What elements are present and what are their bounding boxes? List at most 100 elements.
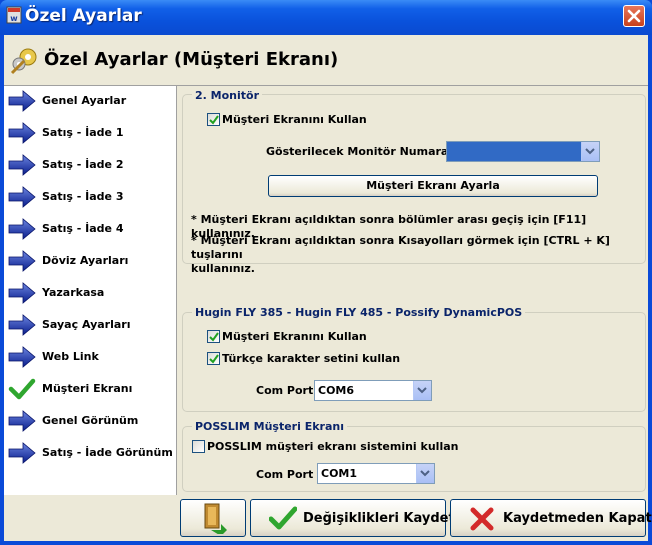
hugin-com-port-select[interactable]: COM6 xyxy=(314,380,432,401)
page-header: Özel Ayarlar (Müşteri Ekranı) xyxy=(4,35,648,86)
arrow-icon xyxy=(8,410,36,432)
arrow-icon xyxy=(8,282,36,304)
dialog-client: Özel Ayarlar (Müşteri Ekranı) Genel Ayar… xyxy=(4,35,652,541)
close-button[interactable] xyxy=(623,5,645,27)
turkish-charset-checkbox[interactable] xyxy=(207,352,220,365)
checkmark-icon xyxy=(8,378,36,400)
sidebar-item-label: Yazarkasa xyxy=(42,286,105,299)
sidebar-item[interactable]: Müşteri Ekranı xyxy=(4,374,176,406)
monitor-note-2-line-1: * Müşteri Ekranı açıldıktan sonra Kısayo… xyxy=(191,234,610,261)
sidebar-item-label: Web Link xyxy=(42,350,99,363)
dropdown-button[interactable] xyxy=(581,142,599,161)
hugin-use-checkbox[interactable] xyxy=(207,330,220,343)
posslim-com-port-select[interactable]: COM1 xyxy=(317,463,435,484)
arrow-icon xyxy=(8,90,36,112)
sidebar-item[interactable]: Satış - İade Görünüm xyxy=(4,438,176,470)
sidebar-item[interactable]: Döviz Ayarları xyxy=(4,246,176,278)
monitor-note-2: * Müşteri Ekranı açıldıktan sonra Kısayo… xyxy=(191,234,648,276)
arrow-icon xyxy=(8,154,36,176)
dropdown-button[interactable] xyxy=(416,464,434,483)
save-button[interactable]: Değişiklikleri Kaydet xyxy=(250,499,455,537)
sidebar-item[interactable]: Satış - İade 3 xyxy=(4,182,176,214)
check-icon xyxy=(209,354,219,364)
sidebar-item-label: Satış - İade 2 xyxy=(42,158,124,171)
arrow-icon xyxy=(8,282,36,304)
monitor-group-title: 2. Monitör xyxy=(192,89,263,102)
sidebar-item-label: Satış - İade 1 xyxy=(42,126,124,139)
save-button-label: Değişiklikleri Kaydet xyxy=(303,511,455,526)
sidebar-item[interactable]: Satış - İade 4 xyxy=(4,214,176,246)
check-icon xyxy=(209,115,219,125)
sidebar-item[interactable]: Yazarkasa xyxy=(4,278,176,310)
chevron-down-icon xyxy=(417,387,427,394)
checkmark-icon xyxy=(269,506,297,530)
arrow-icon xyxy=(8,442,36,464)
arrow-icon xyxy=(8,122,36,144)
monitor-use-label: Müşteri Ekranını Kullan xyxy=(222,113,367,126)
chevron-down-icon xyxy=(585,148,595,155)
sidebar-item[interactable]: Web Link xyxy=(4,342,176,374)
hugin-com-port-value: COM6 xyxy=(318,384,355,397)
close-icon xyxy=(627,9,641,23)
hugin-group-title: Hugin FLY 385 - Hugin FLY 485 - Possify … xyxy=(192,306,526,319)
arrow-icon xyxy=(8,186,36,208)
settings-gears-icon xyxy=(10,48,37,75)
sidebar-item[interactable]: Genel Ayarlar xyxy=(4,86,176,118)
arrow-icon xyxy=(8,154,36,176)
exit-button[interactable] xyxy=(180,499,246,537)
dropdown-button[interactable] xyxy=(413,381,431,400)
posslim-use-checkbox[interactable] xyxy=(192,440,205,453)
chevron-down-icon xyxy=(420,470,430,477)
adjust-screen-button-label: Müşteri Ekranı Ayarla xyxy=(366,179,500,192)
monitor-number-select[interactable] xyxy=(446,141,600,162)
arrow-icon xyxy=(8,90,36,112)
dialog-window: w Özel Ayarlar Özel Ayarlar (Müşteri Ekr… xyxy=(0,0,652,545)
arrow-icon xyxy=(8,250,36,272)
sidebar-item[interactable]: Satış - İade 2 xyxy=(4,150,176,182)
sidebar-item-label: Satış - İade 4 xyxy=(42,222,124,235)
svg-text:w: w xyxy=(10,14,18,23)
arrow-icon xyxy=(8,314,36,336)
sidebar-item[interactable]: Genel Görünüm xyxy=(4,406,176,438)
sidebar-item[interactable]: Satış - İade 1 xyxy=(4,118,176,150)
close-without-save-button-label: Kaydetmeden Kapat xyxy=(503,511,652,526)
page-title: Özel Ayarlar (Müşteri Ekranı) xyxy=(44,49,339,70)
arrow-icon xyxy=(8,218,36,240)
cancel-x-icon xyxy=(470,507,494,531)
sidebar-item[interactable]: Sayaç Ayarları xyxy=(4,310,176,342)
sidebar: Genel Ayarlar Satış - İade 1 Satış - İade … xyxy=(4,86,177,541)
hugin-use-label: Müşteri Ekranını Kullan xyxy=(222,330,367,343)
turkish-charset-label: Türkçe karakter setini kullan xyxy=(222,352,401,365)
monitor-number-label: Gösterilecek Monitör Numarası xyxy=(266,145,459,158)
sidebar-item-label: Döviz Ayarları xyxy=(42,254,129,267)
posslim-com-port-value: COM1 xyxy=(321,467,358,480)
arrow-icon xyxy=(8,346,36,368)
adjust-screen-button[interactable]: Müşteri Ekranı Ayarla xyxy=(268,175,598,197)
sidebar-item-label: Satış - İade Görünüm xyxy=(42,446,173,459)
app-icon: w xyxy=(6,6,22,24)
settings-panel: 2. Monitör Müşteri Ekranını Kullan Göste… xyxy=(178,86,648,495)
footer-bar: Değişiklikleri Kaydet Kaydetmeden Kapat xyxy=(4,495,652,541)
check-icon xyxy=(209,332,219,342)
posslim-com-port-label: Com Port xyxy=(256,468,314,481)
posslim-group-title: POSSLIM Müşteri Ekranı xyxy=(192,420,347,433)
posslim-use-label: POSSLIM müşteri ekranı sistemini kullan xyxy=(207,440,459,453)
arrow-icon xyxy=(8,442,36,464)
close-without-save-button[interactable]: Kaydetmeden Kapat xyxy=(450,499,652,537)
sidebar-item-label: Sayaç Ayarları xyxy=(42,318,131,331)
monitor-use-checkbox[interactable] xyxy=(207,113,220,126)
sidebar-item-label: Müşteri Ekranı xyxy=(42,382,133,395)
arrow-icon xyxy=(8,186,36,208)
arrow-icon xyxy=(8,218,36,240)
arrow-icon xyxy=(8,314,36,336)
checkmark-icon xyxy=(8,378,36,400)
sidebar-item-label: Satış - İade 3 xyxy=(42,190,124,203)
sidebar-item-label: Genel Görünüm xyxy=(42,414,139,427)
exit-door-icon xyxy=(204,503,227,534)
title-bar[interactable]: w Özel Ayarlar xyxy=(0,0,652,35)
arrow-icon xyxy=(8,122,36,144)
hugin-com-port-label: Com Port xyxy=(256,384,314,397)
arrow-icon xyxy=(8,346,36,368)
arrow-icon xyxy=(8,250,36,272)
arrow-icon xyxy=(8,410,36,432)
